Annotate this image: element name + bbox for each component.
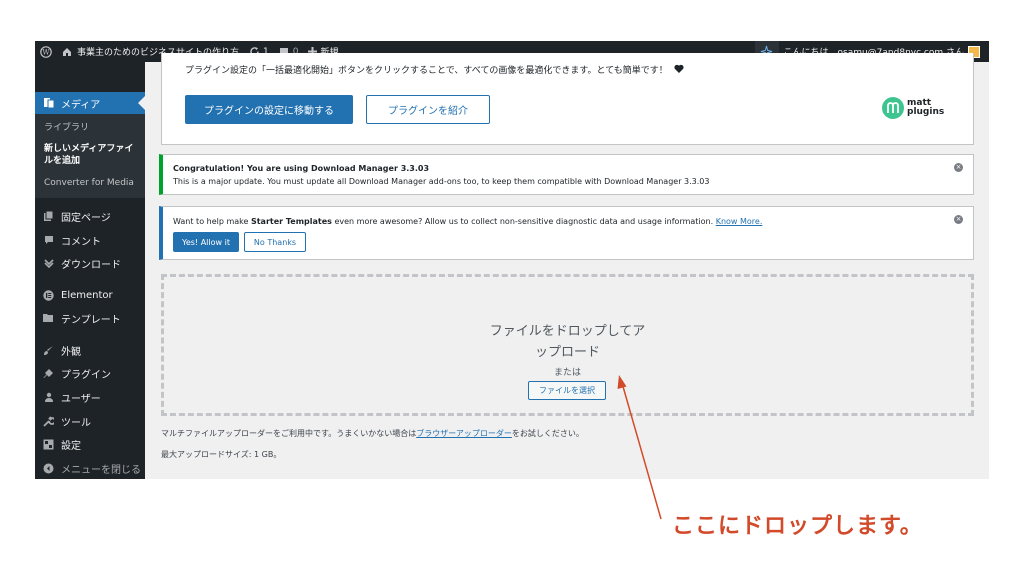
annotation-arrow [617,375,662,520]
annotation-text: ここにドロップします。 [672,514,923,539]
